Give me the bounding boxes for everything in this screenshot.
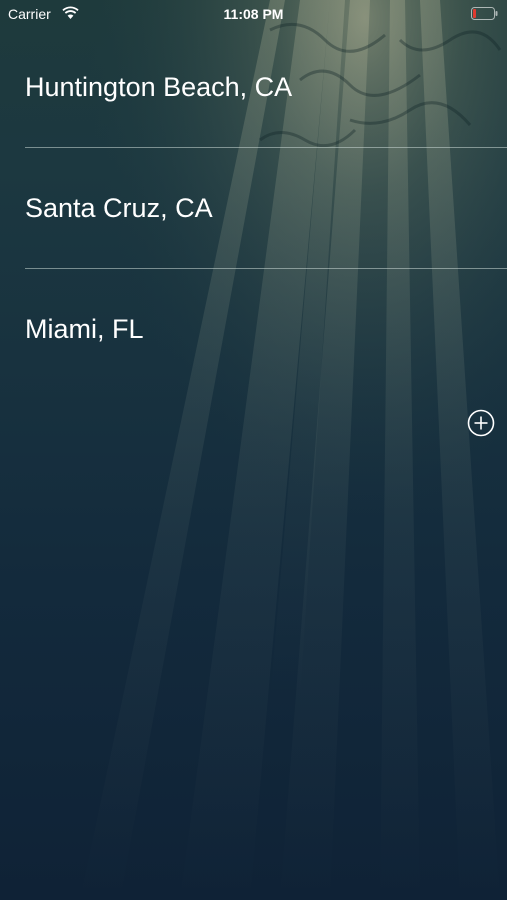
city-row[interactable]: Huntington Beach, CA [0, 27, 507, 148]
add-city-button[interactable] [467, 409, 495, 437]
city-row[interactable]: Miami, FL [0, 269, 507, 390]
plus-circle-icon [467, 409, 495, 437]
status-bar: Carrier 11:08 PM [0, 0, 507, 28]
battery-icon [471, 7, 498, 20]
city-list: Huntington Beach, CA Santa Cruz, CA Miam… [0, 27, 507, 390]
status-time: 11:08 PM [223, 6, 284, 22]
city-name: Miami, FL [25, 314, 144, 344]
app-screen: Carrier 11:08 PM Huntington Beach, CA Sa… [0, 0, 507, 900]
city-row[interactable]: Santa Cruz, CA [0, 148, 507, 269]
city-name: Huntington Beach, CA [25, 72, 293, 102]
city-name: Santa Cruz, CA [25, 193, 213, 223]
